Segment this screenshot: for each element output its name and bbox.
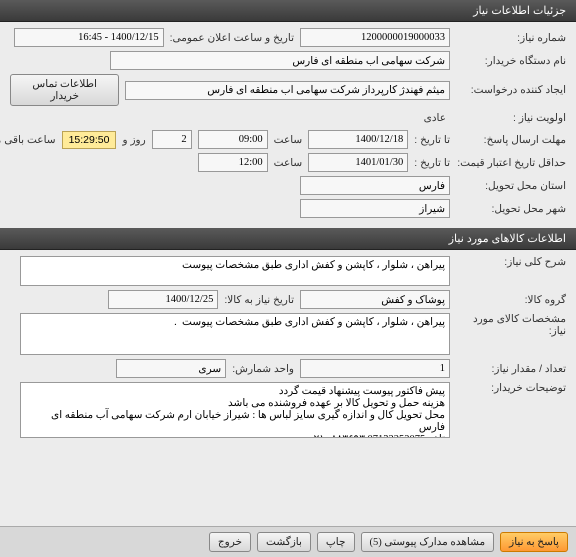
exit-button[interactable]: خروج xyxy=(209,532,251,552)
buyer-label: نام دستگاه خریدار: xyxy=(456,55,566,67)
validity-label: حداقل تاریخ اعتبار قیمت: xyxy=(456,157,566,169)
header1-text: جزئیات اطلاعات نیاز xyxy=(473,5,566,17)
unit-label: واحد شمارش: xyxy=(232,363,294,375)
qty-label: تعداد / مقدار نیاز: xyxy=(456,363,566,375)
desc-textarea[interactable] xyxy=(20,256,450,286)
footer-toolbar: پاسخ به نیاز مشاهده مدارک پیوستی (5) چاپ… xyxy=(0,526,576,557)
announce-input[interactable] xyxy=(14,28,164,47)
to-date-label-1: تا تاریخ : xyxy=(414,134,450,146)
qty-input[interactable] xyxy=(300,359,450,378)
announce-label: تاریخ و ساعت اعلان عمومی: xyxy=(170,32,294,44)
city-label: شهر محل تحویل: xyxy=(456,203,566,215)
row-province: استان محل تحویل: xyxy=(10,176,566,195)
deadline-label: مهلت ارسال پاسخ: xyxy=(456,134,566,146)
days-and-label: روز و xyxy=(122,134,145,146)
unit-input[interactable] xyxy=(116,359,226,378)
time-label-2: ساعت xyxy=(274,157,303,169)
need-number-input[interactable] xyxy=(300,28,450,47)
need-number-label: شماره نیاز: xyxy=(456,32,566,44)
buyer-notes-textarea[interactable] xyxy=(20,382,450,438)
row-priority: اولویت نیاز : عادی xyxy=(10,110,566,126)
row-city: شهر محل تحویل: xyxy=(10,199,566,218)
row-validity: حداقل تاریخ اعتبار قیمت: تا تاریخ : ساعت xyxy=(10,153,566,172)
row-buyer-notes: توضیحات خریدار: xyxy=(10,382,566,438)
remaining-label: ساعت باقی مانده xyxy=(0,134,56,146)
section-header-goods: اطلاعات کالاهای مورد نیاز xyxy=(0,228,576,250)
row-requester: ایجاد کننده درخواست: اطلاعات تماس خریدار xyxy=(10,74,566,106)
section-header-details: جزئیات اطلاعات نیاز xyxy=(0,0,576,22)
row-buyer: نام دستگاه خریدار: xyxy=(10,51,566,70)
contact-buyer-button[interactable]: اطلاعات تماس خریدار xyxy=(10,74,119,106)
to-date-label-2: تا تاریخ : xyxy=(414,157,450,169)
row-qty: تعداد / مقدار نیاز: واحد شمارش: xyxy=(10,359,566,378)
deadline-date-input[interactable] xyxy=(308,130,408,149)
row-deadline: مهلت ارسال پاسخ: تا تاریخ : ساعت روز و 1… xyxy=(10,130,566,149)
deadline-time-input[interactable] xyxy=(198,130,268,149)
spec-textarea[interactable] xyxy=(20,313,450,355)
need-date-label: تاریخ نیاز به کالا: xyxy=(224,294,294,306)
details-content: شماره نیاز: تاریخ و ساعت اعلان عمومی: نا… xyxy=(0,22,576,228)
back-button[interactable]: بازگشت xyxy=(257,532,311,552)
buyer-input[interactable] xyxy=(110,51,450,70)
priority-label: اولویت نیاز : xyxy=(456,112,566,124)
goods-content: شرح کلی نیاز: گروه کالا: تاریخ نیاز به ک… xyxy=(0,250,576,448)
city-input[interactable] xyxy=(300,199,450,218)
row-spec: مشخصات کالای مورد نیاز: xyxy=(10,313,566,355)
priority-value: عادی xyxy=(420,110,450,126)
view-attachments-button[interactable]: مشاهده مدارک پیوستی (5) xyxy=(361,532,495,552)
validity-time-input[interactable] xyxy=(198,153,268,172)
buyer-notes-label: توضیحات خریدار: xyxy=(456,382,566,394)
header2-text: اطلاعات کالاهای مورد نیاز xyxy=(449,233,566,245)
row-desc: شرح کلی نیاز: xyxy=(10,256,566,286)
province-label: استان محل تحویل: xyxy=(456,180,566,192)
requester-label: ایجاد کننده درخواست: xyxy=(456,84,566,96)
row-need-number: شماره نیاز: تاریخ و ساعت اعلان عمومی: xyxy=(10,28,566,47)
group-label: گروه کالا: xyxy=(456,294,566,306)
need-date-input[interactable] xyxy=(108,290,218,309)
row-group: گروه کالا: تاریخ نیاز به کالا: xyxy=(10,290,566,309)
time-label-1: ساعت xyxy=(274,134,303,146)
countdown-timer: 15:29:50 xyxy=(62,131,117,149)
spec-label: مشخصات کالای مورد نیاز: xyxy=(456,313,566,337)
group-input[interactable] xyxy=(300,290,450,309)
days-count-input[interactable] xyxy=(152,130,192,149)
province-input[interactable] xyxy=(300,176,450,195)
respond-button[interactable]: پاسخ به نیاز xyxy=(500,532,568,552)
validity-date-input[interactable] xyxy=(308,153,408,172)
desc-label: شرح کلی نیاز: xyxy=(456,256,566,268)
requester-input[interactable] xyxy=(125,81,450,100)
print-button[interactable]: چاپ xyxy=(317,532,355,552)
